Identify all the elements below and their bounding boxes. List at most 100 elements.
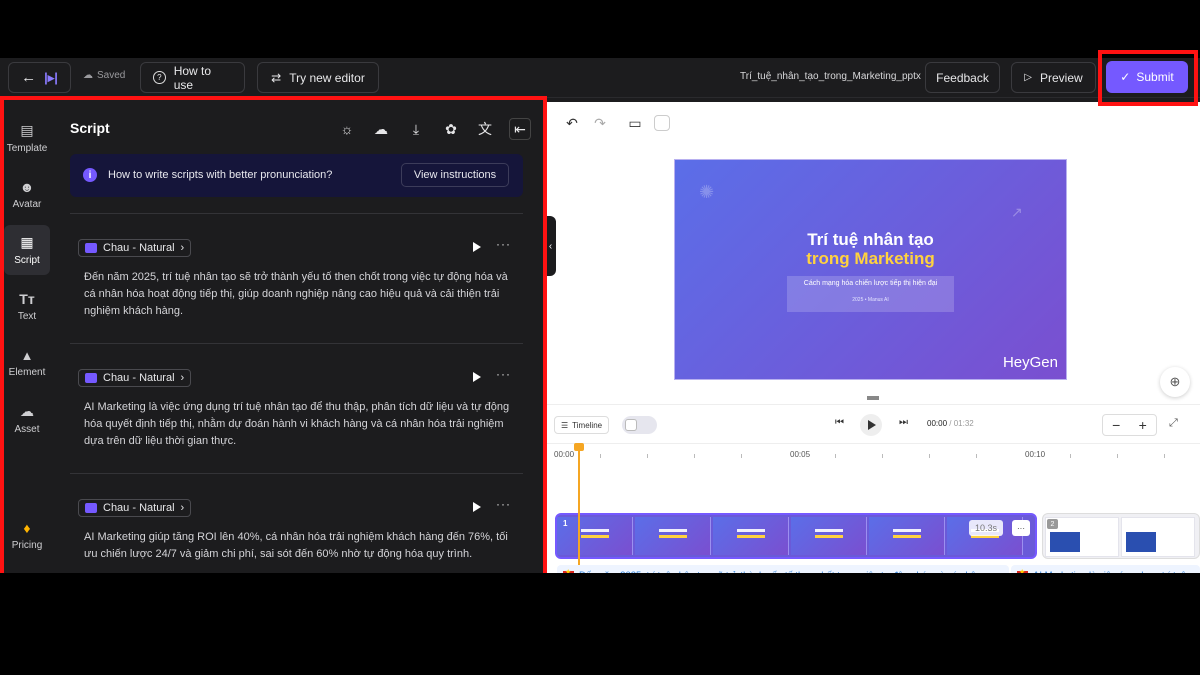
more-icon[interactable]: ···	[496, 237, 511, 251]
ruler-tick	[1164, 454, 1165, 458]
script-text[interactable]: Đến năm 2025, trí tuệ nhân tạo sẽ trở th…	[84, 269, 514, 320]
asset-icon: ☁	[20, 403, 34, 419]
clip-number: 1	[563, 519, 568, 528]
bottom-strip	[0, 573, 1200, 617]
resize-handle[interactable]	[867, 396, 879, 400]
timeline-play-button[interactable]	[860, 414, 882, 436]
ruler-tick	[647, 454, 648, 458]
back-button[interactable]: ← |▸|	[8, 62, 71, 93]
rail-template[interactable]: ▤ Template	[4, 113, 50, 163]
ruler-tick	[1117, 454, 1118, 458]
script-text[interactable]: AI Marketing là việc ứng dụng trí tuệ nh…	[84, 399, 514, 450]
rail-label: Element	[8, 367, 46, 378]
timeline-toggle[interactable]: ☰ Timeline	[554, 416, 610, 434]
script-text[interactable]: AI Marketing giúp tăng ROI lên 40%, cá n…	[84, 529, 514, 563]
ruler-tick	[694, 454, 695, 458]
rail-asset[interactable]: ☁ Asset	[4, 394, 50, 444]
view-instructions-button[interactable]: View instructions	[401, 163, 509, 187]
background-color-swatch[interactable]	[654, 115, 670, 131]
scene-clip-2[interactable]: 2	[1042, 513, 1200, 559]
voice-selector[interactable]: Chau - Natural ›	[78, 369, 192, 387]
element-icon: ▲	[20, 348, 34, 363]
file-name: Trí_tuệ_nhân_tạo_trong_Marketing_pptx	[740, 71, 921, 82]
collapse-tab[interactable]: ‹	[545, 216, 556, 276]
snap-switch[interactable]	[622, 416, 657, 434]
timeline-zoom[interactable]: − +	[1102, 414, 1157, 436]
clip-thumbnail	[557, 517, 633, 555]
clip-thumbnail	[791, 517, 867, 555]
monitor-icon[interactable]: ▭	[626, 114, 644, 132]
ruler-tick	[929, 454, 930, 458]
bulb-icon[interactable]: ☼	[338, 120, 356, 138]
try-new-editor-label: Try new editor	[289, 70, 365, 85]
heygen-watermark: HeyGen	[1002, 354, 1058, 371]
more-icon[interactable]: ···	[496, 497, 511, 511]
rail-element[interactable]: ▲ Element	[4, 338, 50, 388]
divider	[70, 473, 523, 474]
pronunciation-tip: i How to write scripts with better pronu…	[70, 154, 523, 197]
ruler-label: 00:05	[790, 450, 811, 459]
redo-icon[interactable]: ↷	[591, 114, 609, 132]
rail-label: Template	[6, 143, 48, 154]
chevron-left-icon: ‹	[548, 240, 553, 252]
clip-thumbnail	[1121, 517, 1195, 557]
divider	[70, 343, 523, 344]
brain-icon: ✺	[699, 182, 715, 202]
info-icon: i	[83, 168, 97, 182]
ruler-tick	[976, 454, 977, 458]
zoom-icon[interactable]: ⊕	[1160, 367, 1190, 397]
scene-clip-1[interactable]: 1 10.3s ···	[555, 513, 1037, 559]
rail-avatar[interactable]: ☻ Avatar	[4, 169, 50, 219]
expand-icon[interactable]: ⤢	[1169, 417, 1178, 430]
translate-icon[interactable]: 文	[476, 120, 494, 138]
divider	[70, 213, 523, 214]
skip-forward-icon[interactable]: ⏭	[899, 417, 908, 428]
skip-back-icon[interactable]: ⏮	[835, 417, 844, 428]
preview-button[interactable]: ▷ Preview	[1011, 62, 1096, 93]
minus-icon[interactable]: −	[1112, 417, 1120, 433]
ruler-tick	[741, 454, 742, 458]
voice-selector[interactable]: Chau - Natural ›	[78, 239, 192, 257]
more-icon[interactable]: ···	[496, 367, 511, 381]
ruler-tick	[835, 454, 836, 458]
cloud-icon: ☁	[83, 70, 93, 81]
play-icon[interactable]	[473, 372, 481, 382]
upload-icon[interactable]: ☁	[372, 120, 390, 138]
clip-thumbnail	[869, 517, 945, 555]
clip-more-icon[interactable]: ···	[1012, 520, 1030, 536]
feedback-button[interactable]: Feedback	[925, 62, 1000, 93]
try-new-editor-button[interactable]: ⇄ Try new editor	[257, 62, 379, 93]
playhead-handle[interactable]	[574, 443, 584, 451]
rail-pricing[interactable]: ♦ Pricing	[4, 510, 50, 560]
heygen-logo-icon: |▸|	[44, 69, 58, 85]
ai-icon[interactable]: ✿	[442, 120, 460, 138]
text-icon: Tт	[19, 290, 35, 307]
how-to-use-button[interactable]: ? How to use	[140, 62, 245, 93]
play-icon[interactable]	[473, 502, 481, 512]
rail-label: Asset	[14, 424, 40, 435]
clip-thumbnail	[713, 517, 789, 555]
timeline-label: Timeline	[572, 420, 603, 430]
voice-icon	[85, 243, 97, 253]
plus-icon[interactable]: +	[1139, 417, 1147, 433]
download-icon[interactable]: ⤓	[407, 120, 425, 138]
rail-text[interactable]: Tт Text	[4, 281, 50, 331]
script-panel: Script ☼ ☁ ⤓ ✿ 文 ⇤ i How to write script…	[56, 102, 540, 617]
help-icon: ?	[153, 71, 166, 84]
undo-icon[interactable]: ↶	[563, 114, 581, 132]
rail-script[interactable]: ▦ Script	[4, 225, 50, 275]
submit-button[interactable]: ✓ Submit	[1106, 61, 1188, 93]
collapse-panel-icon[interactable]: ⇤	[509, 118, 531, 140]
slide-canvas[interactable]: ✺ ↗ Trí tuệ nhân tạo trong Marketing Các…	[674, 159, 1067, 380]
play-outline-icon: ▷	[1024, 72, 1032, 83]
voice-selector[interactable]: Chau - Natural ›	[78, 499, 192, 517]
ruler-tick	[1070, 454, 1071, 458]
top-bar: ← |▸| ☁ Saved ? How to use ⇄ Try new edi…	[0, 58, 1200, 98]
clip-duration[interactable]: 10.3s	[969, 520, 1003, 536]
slide-subtitle: Cách mạng hóa chiến lược tiếp thị hiện đ…	[787, 276, 954, 312]
rail-label: Script	[14, 255, 40, 266]
timeline-toolbar: ☰ Timeline ⏮ ⏭ 00:00 / 01:32 − + ⤢	[545, 404, 1200, 444]
play-icon[interactable]	[473, 242, 481, 252]
back-arrow-icon: ←	[21, 69, 37, 86]
slide-title-line1: Trí tuệ nhân tạo	[807, 230, 934, 249]
